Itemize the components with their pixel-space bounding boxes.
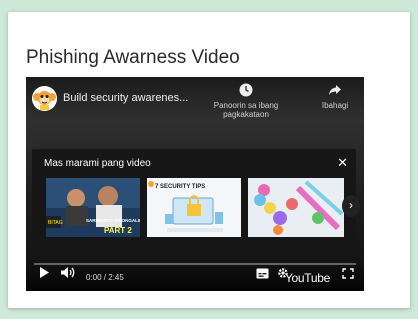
svg-text:PART 2: PART 2 bbox=[104, 226, 132, 235]
captions-icon bbox=[256, 268, 269, 279]
video-title[interactable]: Build security awarenes... bbox=[63, 92, 188, 104]
player-controls: 0:00 / 2:45 YouTube bbox=[26, 257, 364, 291]
watch-later-button[interactable]: Panoorin sa ibang pagkakataon bbox=[192, 83, 300, 119]
svg-text:7 SECURITY TIPS: 7 SECURITY TIPS bbox=[155, 184, 205, 190]
volume-icon bbox=[61, 267, 75, 278]
play-icon bbox=[40, 267, 49, 278]
more-videos-title: Mas marami pang video bbox=[44, 158, 151, 169]
svg-text:SARMIENTO SINONGALING: SARMIENTO SINONGALING bbox=[86, 218, 140, 223]
share-button[interactable]: Ibahagi bbox=[312, 83, 358, 110]
fullscreen-button[interactable] bbox=[342, 266, 354, 284]
volume-button[interactable] bbox=[60, 266, 76, 284]
thumbnail-image bbox=[248, 178, 344, 237]
suggested-video-thumbnail[interactable] bbox=[248, 178, 344, 237]
progress-bar[interactable] bbox=[34, 263, 356, 265]
captions-button[interactable] bbox=[256, 266, 269, 284]
more-videos-panel: Mas marami pang video ✕ BITAG SARMIENTO … bbox=[32, 149, 360, 241]
play-button[interactable] bbox=[38, 266, 50, 284]
suggested-video-thumbnail[interactable]: 7 SECURITY TIPS bbox=[147, 178, 241, 237]
thumbnail-image: BITAG SARMIENTO SINONGALING PART 2 bbox=[46, 178, 140, 237]
share-arrow-icon bbox=[329, 85, 341, 95]
clock-icon bbox=[239, 83, 253, 97]
watch-later-label: Panoorin sa ibang pagkakataon bbox=[213, 101, 279, 119]
monkey-avatar-icon bbox=[32, 86, 57, 111]
svg-text:BITAG: BITAG bbox=[48, 220, 63, 226]
youtube-logo[interactable]: YouTube bbox=[285, 271, 330, 285]
close-icon[interactable]: ✕ bbox=[337, 155, 348, 171]
suggested-video-thumbnail[interactable]: BITAG SARMIENTO SINONGALING PART 2 bbox=[46, 178, 140, 237]
youtube-player[interactable]: Build security awarenes... Panoorin sa i… bbox=[26, 77, 364, 291]
player-top-bar: Build security awarenes... Panoorin sa i… bbox=[26, 77, 364, 121]
chevron-right-icon[interactable]: › bbox=[342, 195, 360, 217]
time-display: 0:00 / 2:45 bbox=[86, 273, 124, 282]
thumbnail-image: 7 SECURITY TIPS bbox=[147, 178, 241, 237]
fullscreen-icon bbox=[342, 268, 354, 279]
share-label: Ibahagi bbox=[321, 101, 349, 110]
channel-avatar[interactable] bbox=[32, 86, 57, 111]
page-title: Phishing Awarness Video bbox=[26, 47, 240, 68]
